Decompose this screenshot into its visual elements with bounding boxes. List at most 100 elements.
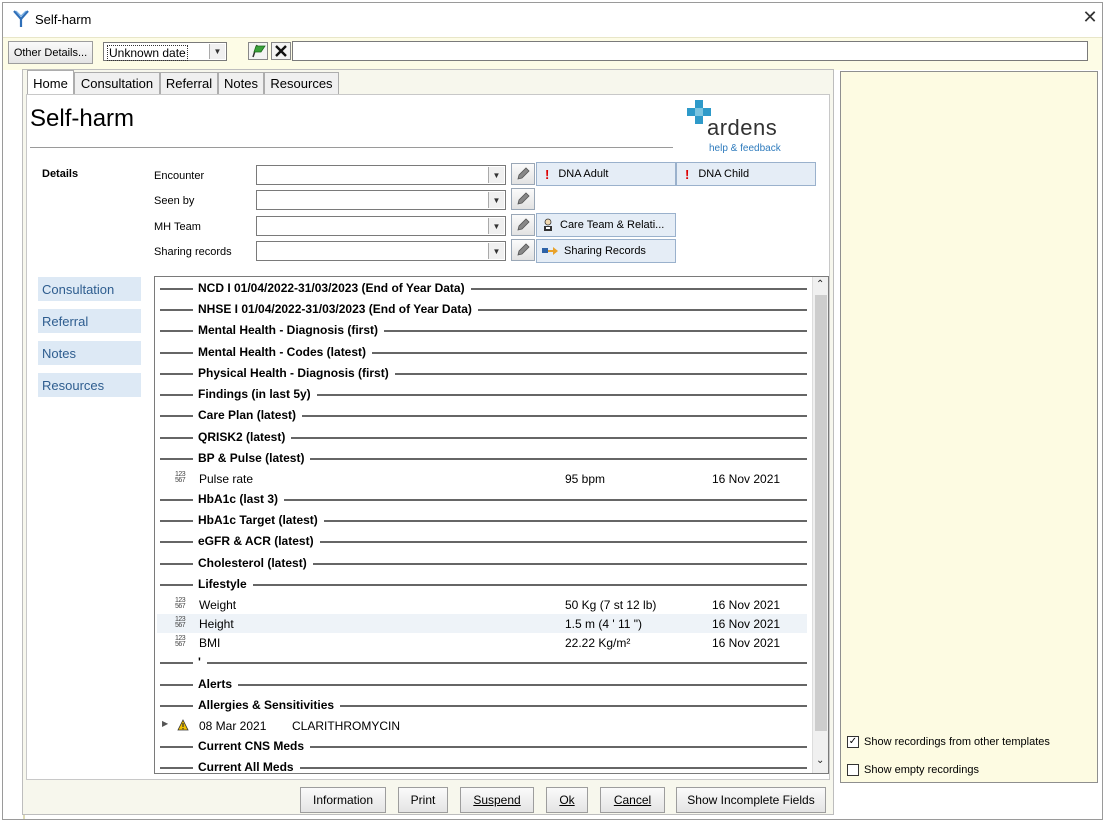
sharing-records-edit-button[interactable] (511, 239, 535, 261)
suspend-button[interactable]: Suspend (460, 787, 534, 813)
toolbar: Other Details... Unknown date ▼ (3, 37, 1102, 70)
section-ncd[interactable]: NCD I 01/04/2022-31/03/2023 (End of Year… (157, 278, 807, 298)
section-cholesterol[interactable]: Cholesterol (latest) (157, 553, 807, 573)
section-title: Cholesterol (latest) (198, 556, 313, 570)
mh-team-edit-button[interactable] (511, 214, 535, 236)
other-details-button[interactable]: Other Details... (8, 41, 93, 64)
chevron-down-icon: ▼ (488, 192, 504, 208)
chevron-down-icon[interactable]: ⌄ (816, 755, 824, 766)
seen-by-dropdown[interactable]: ▼ (256, 190, 506, 210)
clear-x-icon[interactable] (271, 42, 291, 60)
section-title: Care Plan (latest) (198, 408, 303, 422)
help-feedback-link[interactable]: help & feedback (709, 143, 781, 154)
encounter-dropdown[interactable]: ▼ (256, 165, 506, 185)
section-title: BP & Pulse (latest) (198, 451, 311, 465)
dna-child-label: DNA Child (698, 168, 750, 180)
list-item[interactable]: 123 567 Weight 50 Kg (7 st 12 lb) 16 Nov … (157, 595, 807, 614)
tab-notes[interactable]: Notes (218, 72, 264, 94)
section-findings[interactable]: Findings (in last 5y) (157, 384, 807, 404)
sharing-records-dropdown[interactable]: ▼ (256, 241, 506, 261)
show-other-templates-checkbox[interactable]: ✓ (847, 736, 859, 748)
side-nav-referral[interactable]: Referral (38, 309, 141, 333)
section-title: Allergies & Sensitivities (198, 698, 341, 712)
section-bp-pulse[interactable]: BP & Pulse (latest) (157, 448, 807, 468)
numeric-value-icon: 123 567 (175, 597, 186, 610)
chevron-down-icon: ▼ (209, 44, 225, 59)
section-hba1c-target[interactable]: HbA1c Target (latest) (157, 510, 807, 530)
side-nav-consultation[interactable]: Consultation (38, 277, 141, 301)
section-alerts[interactable]: Alerts (157, 674, 807, 694)
section-title: Mental Health - Codes (latest) (198, 345, 373, 359)
information-button[interactable]: Information (300, 787, 386, 813)
side-nav-notes[interactable]: Notes (38, 341, 141, 365)
free-text-input[interactable] (292, 41, 1088, 61)
section-title: eGFR & ACR (latest) (198, 534, 320, 548)
item-name: BMI (199, 636, 221, 650)
cancel-button[interactable]: Cancel (600, 787, 665, 813)
item-date: 16 Nov 2021 (712, 598, 781, 612)
section-lifestyle[interactable]: Lifestyle (157, 574, 807, 594)
ok-button[interactable]: Ok (546, 787, 588, 813)
green-flag-icon[interactable] (248, 42, 268, 60)
expand-triangle-icon[interactable]: ▶ (162, 719, 168, 728)
tab-resources[interactable]: Resources (264, 72, 339, 94)
care-team-label: Care Team & Relati... (560, 219, 665, 231)
pencil-icon (517, 243, 530, 256)
mh-team-label: MH Team (154, 221, 201, 233)
seen-by-label: Seen by (154, 195, 195, 207)
list-item[interactable]: 123 567 Height 1.5 m (4 ' 11 ") 16 Nov 20… (157, 614, 807, 633)
print-button[interactable]: Print (398, 787, 448, 813)
tab-referral[interactable]: Referral (160, 72, 218, 94)
item-value: 50 Kg (7 st 12 lb) (565, 598, 657, 612)
list-item[interactable]: 123 567 BMI 22.22 Kg/m² 16 Nov 2021 (157, 633, 807, 652)
list-scrollbar[interactable]: ⌃ ⌄ (812, 277, 828, 773)
tab-home[interactable]: Home (27, 70, 74, 95)
pencil-icon (517, 218, 530, 231)
section-title: NHSE I 01/04/2022-31/03/2023 (End of Yea… (198, 302, 478, 316)
scrollbar-thumb[interactable] (815, 295, 827, 731)
section-cns-meds[interactable]: Current CNS Meds (157, 736, 807, 756)
section-allergies[interactable]: Allergies & Sensitivities (157, 695, 807, 715)
pencil-icon (517, 192, 530, 205)
seen-by-edit-button[interactable] (511, 188, 535, 210)
section-hba1c[interactable]: HbA1c (last 3) (157, 489, 807, 509)
close-icon[interactable]: ✕ (1079, 7, 1101, 28)
section-care-plan[interactable]: Care Plan (latest) (157, 405, 807, 425)
sharing-records-label: Sharing records (154, 246, 232, 258)
date-dropdown[interactable]: Unknown date ▼ (103, 42, 227, 61)
section-egfr-acr[interactable]: eGFR & ACR (latest) (157, 531, 807, 551)
dna-child-button[interactable]: ! DNA Child (676, 162, 816, 186)
item-date: 16 Nov 2021 (712, 636, 781, 650)
tab-consultation[interactable]: Consultation (74, 72, 160, 94)
ardens-logo-text: ardens (707, 115, 778, 140)
care-team-button[interactable]: Care Team & Relati... (536, 213, 676, 237)
section-mh-codes[interactable]: Mental Health - Codes (latest) (157, 342, 807, 362)
list-item[interactable]: 123 567 Pulse rate 95 bpm 16 Nov 2021 (157, 469, 807, 488)
section-mh-diagnosis[interactable]: Mental Health - Diagnosis (first) (157, 320, 807, 340)
item-name: Pulse rate (199, 472, 254, 486)
list-item[interactable]: ▶ 08 Mar 2021 CLARITHROMYCIN (157, 716, 807, 735)
section-unnamed[interactable]: ' (157, 652, 807, 672)
title-divider (30, 147, 673, 148)
show-empty-checkbox[interactable] (847, 764, 859, 776)
show-other-templates-label[interactable]: Show recordings from other templates (864, 736, 1050, 748)
side-nav-resources[interactable]: Resources (38, 373, 141, 397)
section-qrisk2[interactable]: QRISK2 (latest) (157, 427, 807, 447)
right-panel: ✓ Show recordings from other templates S… (840, 71, 1098, 783)
section-title: ' (198, 655, 207, 669)
ardens-logo[interactable]: ardens help & feedback (684, 100, 796, 156)
recordings-list[interactable]: NCD I 01/04/2022-31/03/2023 (End of Year… (154, 276, 829, 774)
window-title: Self-harm (35, 12, 92, 27)
dna-adult-button[interactable]: ! DNA Adult (536, 162, 676, 186)
encounter-edit-button[interactable] (511, 163, 535, 185)
show-incomplete-fields-button[interactable]: Show Incomplete Fields (676, 787, 826, 813)
mh-team-dropdown[interactable]: ▼ (256, 216, 506, 236)
section-ph-diagnosis[interactable]: Physical Health - Diagnosis (first) (157, 363, 807, 383)
show-empty-label[interactable]: Show empty recordings (864, 764, 979, 776)
section-nhse[interactable]: NHSE I 01/04/2022-31/03/2023 (End of Yea… (157, 299, 807, 319)
chevron-down-icon: ▼ (488, 167, 504, 183)
section-all-meds[interactable]: Current All Meds (157, 757, 807, 773)
item-value: 1.5 m (4 ' 11 ") (565, 617, 643, 631)
sharing-records-button[interactable]: Sharing Records (536, 239, 676, 263)
chevron-up-icon[interactable]: ⌃ (816, 279, 824, 290)
